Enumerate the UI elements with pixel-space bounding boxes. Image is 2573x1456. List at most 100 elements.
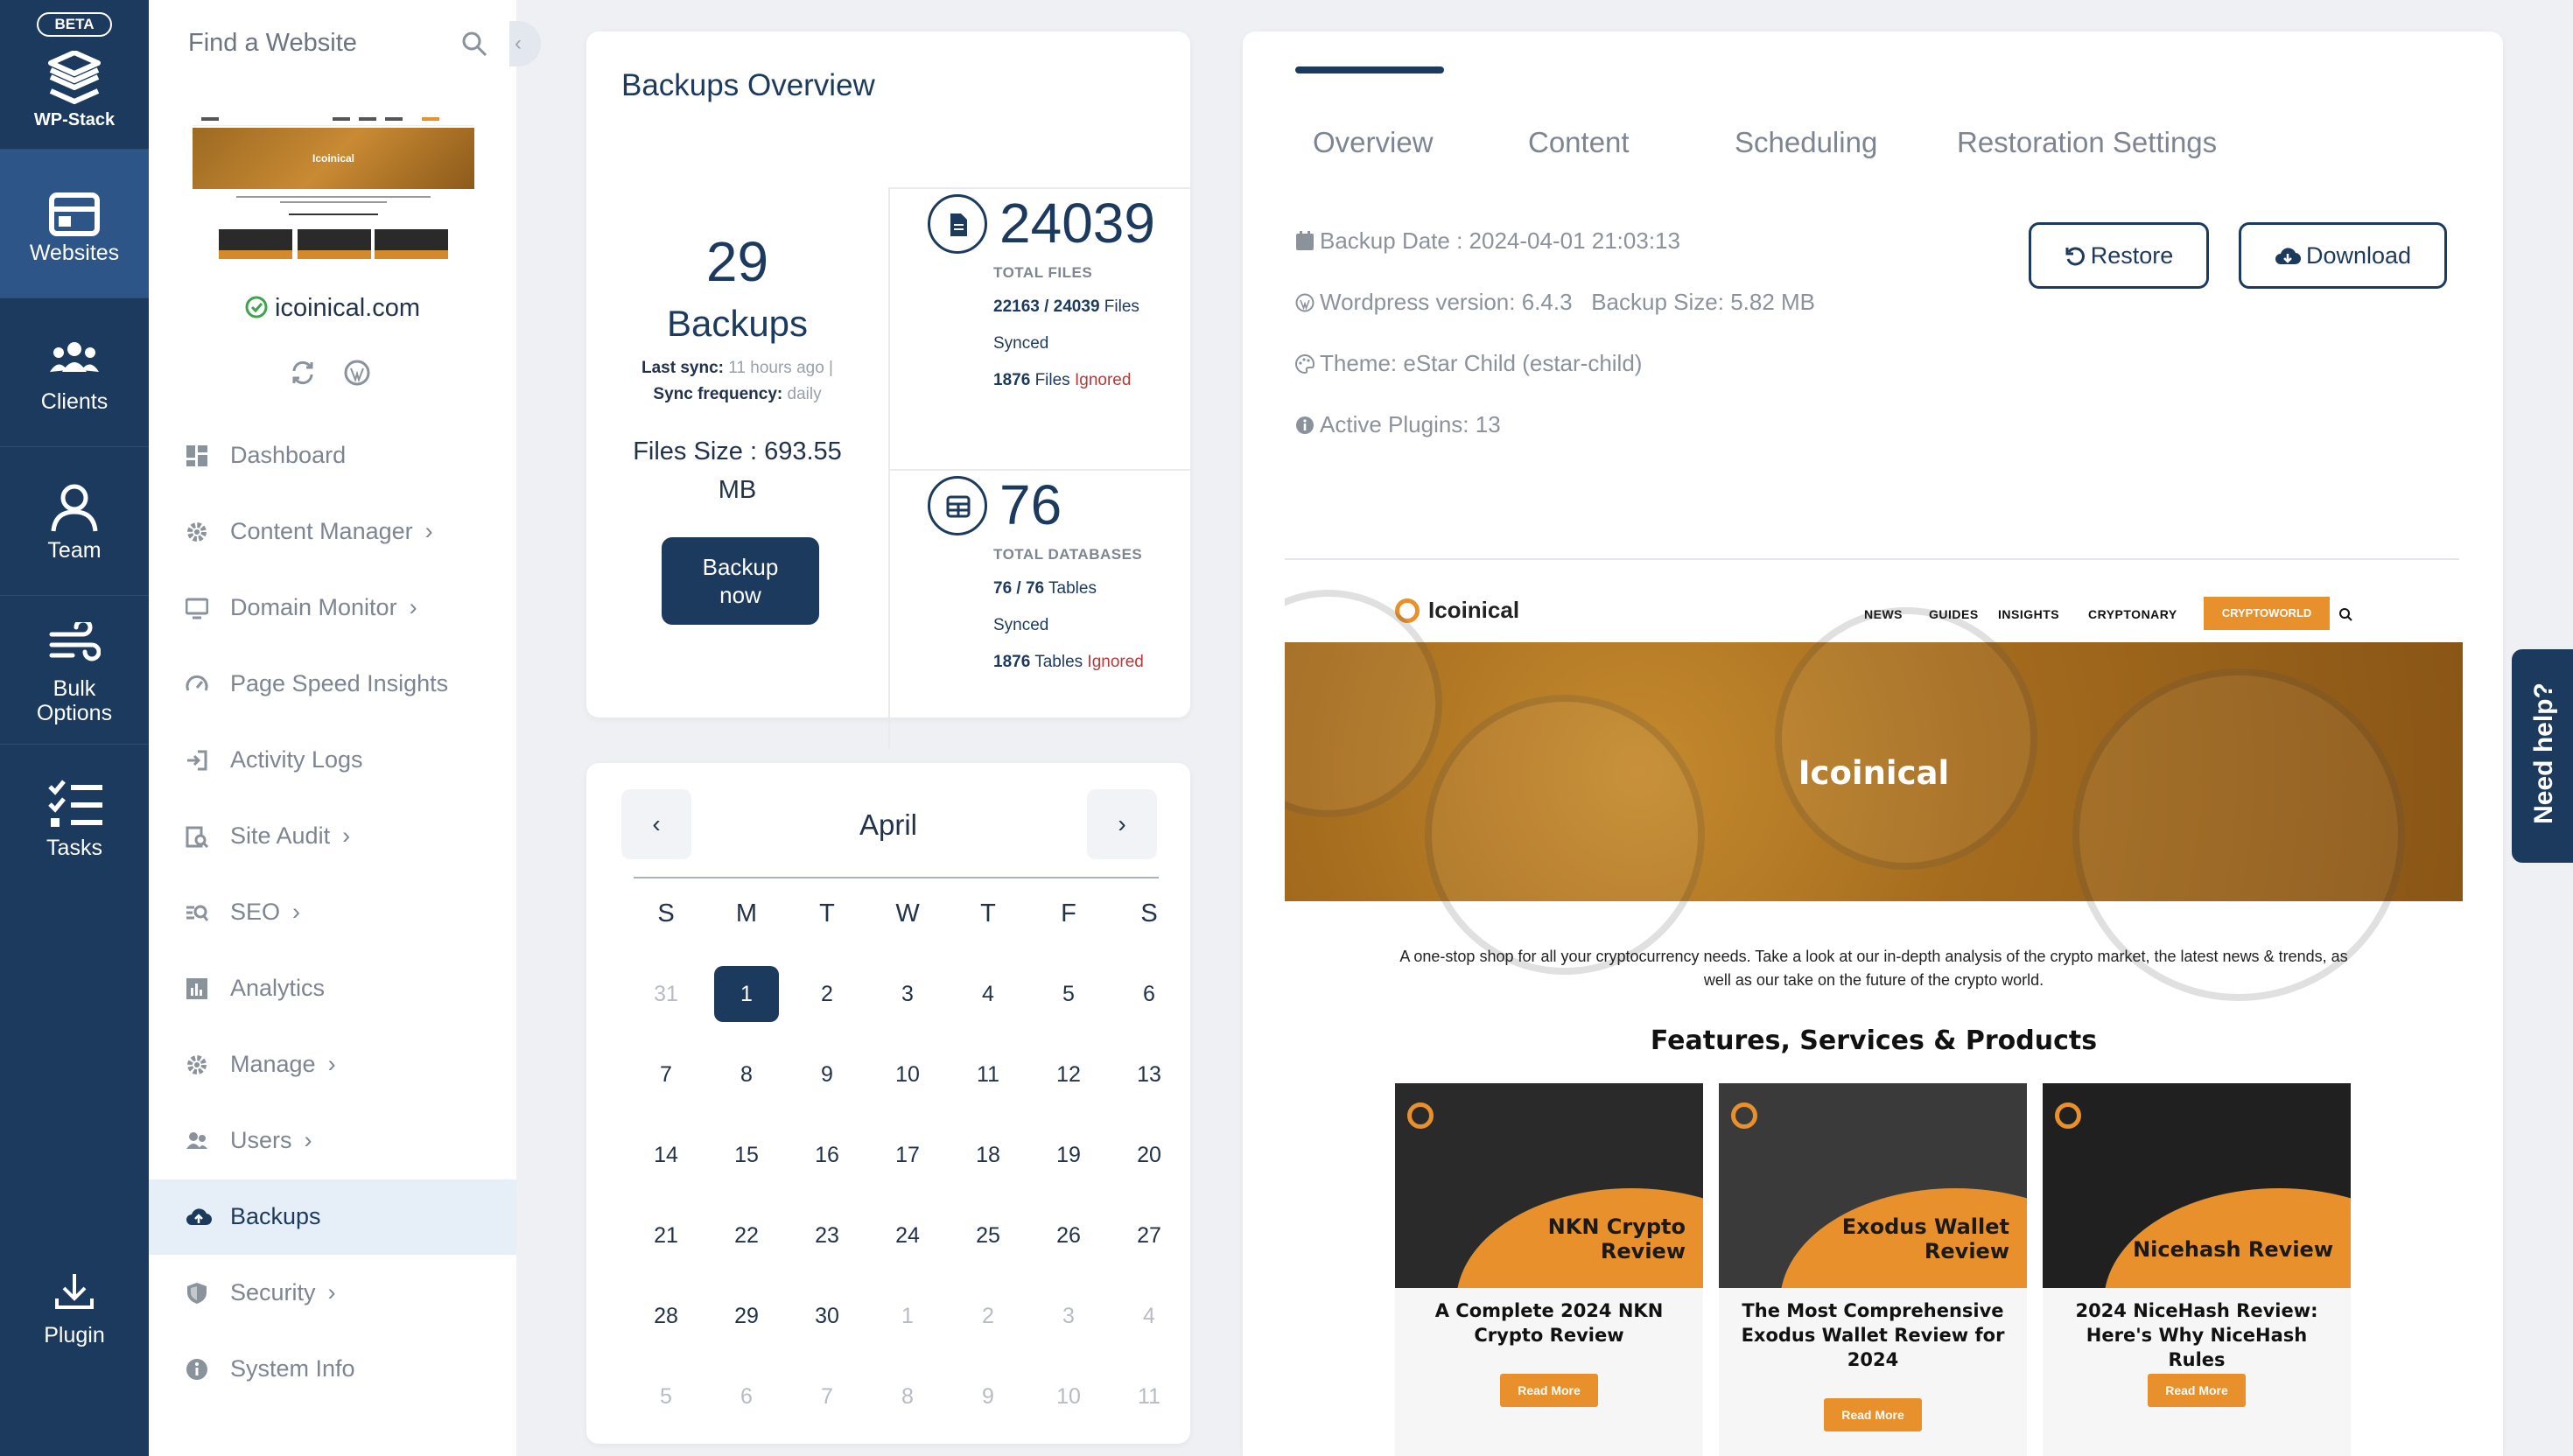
nav-domain-monitor[interactable]: Domain Monitor › — [149, 570, 516, 646]
palette-icon — [1295, 354, 1315, 374]
nav-page-speed-insights[interactable]: Page Speed Insights — [149, 647, 516, 722]
calendar-day[interactable]: 18 — [956, 1127, 1020, 1183]
files-word: Files — [1034, 371, 1070, 389]
wordpress-icon[interactable] — [343, 359, 371, 387]
calendar-day[interactable]: 9 — [956, 1368, 1020, 1424]
calendar-day[interactable]: 14 — [634, 1127, 698, 1183]
bar-chart-icon — [186, 978, 207, 999]
nav-system-info[interactable]: System Info — [149, 1332, 516, 1407]
rail-item-clients[interactable]: Clients — [0, 298, 149, 446]
calendar-day[interactable]: 23 — [795, 1208, 859, 1264]
rail-item-team[interactable]: Team — [0, 446, 149, 595]
nav-dashboard[interactable]: Dashboard — [149, 418, 516, 494]
tab-restoration-settings[interactable]: Restoration Settings — [1957, 126, 2217, 159]
calendar-day[interactable]: 27 — [1117, 1208, 1181, 1264]
next-month-button[interactable]: › — [1087, 789, 1157, 859]
sidebar-collapse-toggle[interactable]: ‹ — [509, 21, 541, 66]
download-button[interactable]: Download — [2239, 222, 2447, 289]
calendar-day[interactable]: 3 — [875, 966, 940, 1022]
sync-icon[interactable] — [289, 359, 317, 387]
nav-backups[interactable]: Backups — [149, 1180, 516, 1255]
calendar-day[interactable]: 2 — [795, 966, 859, 1022]
rail-item-plugin[interactable]: Plugin — [0, 1242, 149, 1391]
search-input[interactable]: Find a Website — [188, 29, 357, 58]
calendar-day[interactable]: 12 — [1036, 1046, 1101, 1102]
nav-users[interactable]: Users › — [149, 1103, 516, 1179]
need-help-button[interactable]: Need help? — [2512, 649, 2573, 863]
rail-item-bulk-options[interactable]: Bulk Options — [0, 595, 149, 744]
calendar-day[interactable]: 5 — [634, 1368, 698, 1424]
tab-overview[interactable]: Overview — [1313, 126, 1434, 159]
calendar-day[interactable]: 5 — [1036, 966, 1101, 1022]
rail-label: Tasks — [46, 836, 102, 860]
calendar-day[interactable]: 17 — [875, 1127, 940, 1183]
main-nav-rail: BETA WP-Stack Websites Clients Team Bulk… — [0, 0, 149, 1456]
nav-label: Domain Monitor — [230, 594, 397, 620]
calendar-day[interactable]: 6 — [714, 1368, 779, 1424]
files-size-unit: MB — [718, 476, 757, 504]
calendar-day[interactable]: 31 — [634, 966, 698, 1022]
calendar-day[interactable]: 22 — [714, 1208, 779, 1264]
calendar-day[interactable]: 7 — [795, 1368, 859, 1424]
nav-content-manager[interactable]: Content Manager › — [149, 494, 516, 570]
calendar-day[interactable]: 2 — [956, 1288, 1020, 1344]
calendar-day[interactable]: 15 — [714, 1127, 779, 1183]
site-name-text: icoinical.com — [275, 294, 420, 322]
weekday-header: M — [735, 900, 758, 928]
tab-content[interactable]: Content — [1528, 126, 1630, 159]
calendar-day[interactable]: 11 — [1117, 1368, 1181, 1424]
calendar-day[interactable]: 19 — [1036, 1127, 1101, 1183]
nav-security[interactable]: Security › — [149, 1256, 516, 1331]
calendar-day[interactable]: 30 — [795, 1288, 859, 1344]
nav-label: Manage — [230, 1051, 316, 1077]
website-search[interactable]: Find a Website — [149, 0, 516, 88]
brand-name: WP-Stack — [33, 110, 116, 130]
nav-seo[interactable]: SEO › — [149, 875, 516, 950]
calendar-day[interactable]: 29 — [714, 1288, 779, 1344]
calendar-day[interactable]: 24 — [875, 1208, 940, 1264]
calendar-day[interactable]: 20 — [1117, 1127, 1181, 1183]
site-thumbnail[interactable]: Icoinical — [193, 114, 474, 264]
wordpress-info: Wordpress version: 6.4.3 Backup Size: 5.… — [1295, 289, 1815, 316]
calendar-day[interactable]: 10 — [1036, 1368, 1101, 1424]
preview-cta: CRYPTOWORLD — [2204, 597, 2330, 630]
nav-manage[interactable]: Manage › — [149, 1027, 516, 1102]
backup-now-button[interactable]: Backup now — [662, 537, 819, 625]
brand-logo[interactable]: BETA WP-Stack — [0, 0, 149, 149]
nav-activity-logs[interactable]: Activity Logs — [149, 723, 516, 798]
calendar-day[interactable]: 11 — [956, 1046, 1020, 1102]
preview-logo-text: Icoinical — [1428, 597, 1520, 623]
calendar-day[interactable]: 25 — [956, 1208, 1020, 1264]
nav-site-audit[interactable]: Site Audit › — [149, 799, 516, 874]
calendar-day[interactable]: 8 — [714, 1046, 779, 1102]
calendar-day[interactable]: 9 — [795, 1046, 859, 1102]
calendar-day[interactable]: 1 — [875, 1288, 940, 1344]
calendar-day[interactable]: 26 — [1036, 1208, 1101, 1264]
download-icon — [55, 1274, 94, 1309]
tab-scheduling[interactable]: Scheduling — [1735, 126, 1877, 159]
calendar-day[interactable]: 4 — [1117, 1288, 1181, 1344]
calendar-day[interactable]: 21 — [634, 1208, 698, 1264]
search-icon[interactable] — [460, 30, 488, 58]
calendar-day[interactable]: 10 — [875, 1046, 940, 1102]
calendar-day[interactable]: 8 — [875, 1368, 940, 1424]
calendar-day[interactable]: 1 — [714, 966, 779, 1022]
chevron-right-icon: › — [292, 899, 301, 925]
rail-item-websites[interactable]: Websites — [0, 149, 149, 298]
backup-site-preview: Icoinical NEWS GUIDES INSIGHTS CRYPTONAR… — [1285, 588, 2463, 1456]
seo-search-icon — [186, 905, 208, 921]
calendar-day[interactable]: 13 — [1117, 1046, 1181, 1102]
nav-analytics[interactable]: Analytics — [149, 951, 516, 1026]
calendar-day[interactable]: 7 — [634, 1046, 698, 1102]
gear-icon — [187, 522, 207, 542]
preview-description: A one-stop shop for all your cryptocurre… — [1399, 948, 2348, 989]
rail-item-tasks[interactable]: Tasks — [0, 744, 149, 892]
calendar-day[interactable]: 6 — [1117, 966, 1181, 1022]
calendar-day[interactable]: 4 — [956, 966, 1020, 1022]
calendar-day[interactable]: 16 — [795, 1127, 859, 1183]
calendar-day[interactable]: 28 — [634, 1288, 698, 1344]
weekday-header: S — [657, 900, 675, 928]
restore-button[interactable]: Restore — [2029, 222, 2209, 289]
nav-label: Activity Logs — [230, 746, 363, 773]
calendar-day[interactable]: 3 — [1036, 1288, 1101, 1344]
